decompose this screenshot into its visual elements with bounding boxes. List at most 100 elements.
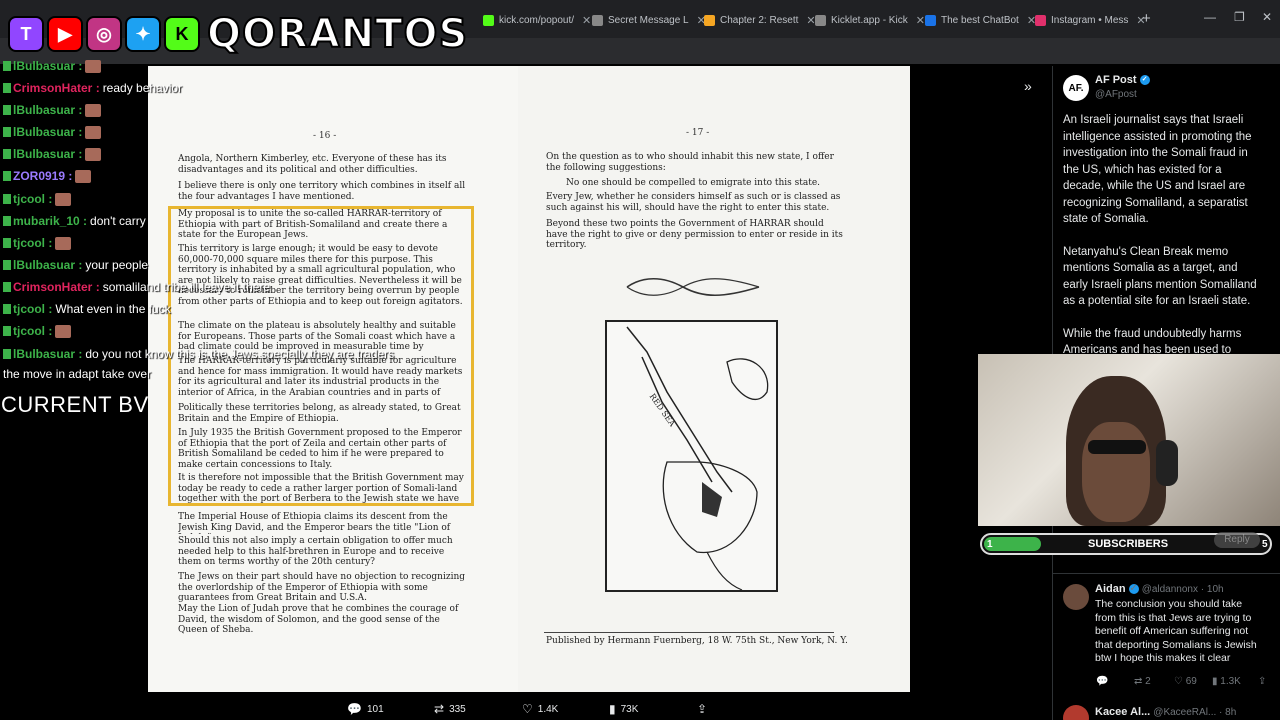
chat-badge-icon [3,127,11,137]
chat-username: tjcool : [13,324,53,338]
chat-badge-icon [3,216,11,226]
kick-icon: K [164,16,200,52]
author-handle[interactable]: @AFpost [1095,89,1137,100]
tab-title: Chapter 2: Resett [720,14,799,26]
streamer-name: QORANTOS [206,10,469,58]
close-icon[interactable]: ✕ [916,14,925,27]
globe-icon [815,14,826,26]
verified-icon: ✓ [1128,583,1139,595]
twitter-icon: ✦ [125,16,161,52]
chat-emote-icon [75,169,92,183]
webcam-feed [978,354,1280,526]
reply-action[interactable]: 💬 101 [347,702,384,716]
page-number: - 17 - [686,128,710,138]
chat-badge-icon [3,83,11,93]
sunglasses [1088,440,1146,454]
reply-author[interactable]: Aidan ✓ @aldannonx · 10h [1095,583,1224,595]
doc-paragraph: I believe there is only one territory wh… [178,181,466,202]
reply-share-icon[interactable]: ⇪ [1258,676,1266,687]
instagram-favicon-icon [1035,14,1046,26]
tab[interactable]: Instagram • Mess ✕ [1035,8,1146,32]
chat-badge-icon [3,326,11,336]
tab-title: Secret Message L [608,14,689,26]
author-avatar[interactable]: AF. [1063,75,1089,101]
chat-message: lBulbasuar : [3,124,102,140]
tab[interactable]: Chapter 2: Resett ✕ [704,8,816,32]
chat-message: mubarik_10 : don't carry [3,213,146,229]
repost-action[interactable]: ⇄ 335 [434,702,466,716]
chat-text: ready behavior [102,81,183,95]
close-icon[interactable]: ✕ [582,14,591,27]
tab[interactable]: The best ChatBot ✕ [925,8,1036,32]
chat-message: tjcool : [3,191,72,207]
chat-badge-icon [3,260,11,270]
reply-button[interactable]: Reply [1214,532,1260,548]
author-name[interactable]: AF Post ✓ [1095,74,1150,86]
chat-badge-icon [3,194,11,204]
collapse-icon[interactable]: » [1024,78,1032,94]
page-number: - 16 - [313,131,337,141]
heart-icon: ♡ [522,702,533,716]
chat-message: lBulbasuar : [3,58,102,74]
reply-comment-icon[interactable]: 💬 [1096,676,1108,687]
chat-text: somaliland tribe ill leave it there [102,280,271,294]
doc-paragraph: Should this not also imply a certain obl… [178,536,453,567]
tab[interactable]: Kicklet.app - Kick ✕ [815,8,925,32]
chat-username: lBulbasuar : [13,147,83,161]
reply-repost[interactable]: ⇄ 2 [1134,676,1151,687]
tab-title: kick.com/popout/ [499,14,575,26]
instagram-icon: ◎ [86,16,122,52]
maximize-icon[interactable]: ❐ [1234,10,1245,24]
tab[interactable]: Secret Message L ✕ [592,8,706,32]
chat-message: CrimsonHater : ready behavior [3,80,182,96]
chat-emote-icon [55,236,72,250]
chat-text: What even in the fuck [55,302,171,316]
stream-logo: T ▶ ◎ ✦ K QORANTOS [8,10,468,58]
chat-emote-icon [55,192,72,206]
chat-badge-icon [3,349,11,359]
author-name-text: AF Post [1095,74,1137,86]
reply-views[interactable]: ▮ 1.3K [1212,676,1241,687]
comment-icon: 💬 [347,702,362,716]
tab[interactable]: kick.com/popout/ ✕ [483,8,591,32]
reply-text: The conclusion you should take from this… [1095,598,1257,664]
reply-avatar[interactable] [1063,584,1089,610]
chat-username: lBulbasuar : [13,125,83,139]
like-action[interactable]: ♡ 1.4K [522,702,558,716]
tab-title: Instagram • Mess [1051,14,1129,26]
reply-like[interactable]: ♡ 69 [1174,676,1197,687]
divider [1052,573,1280,574]
subscriber-current: 1 [987,539,993,550]
verified-icon: ✓ [1139,75,1150,86]
share-action[interactable]: ⇪ [697,702,712,716]
map-illustration: RED SEA [605,320,778,592]
minimize-icon[interactable]: — [1204,10,1216,24]
view-count: 73K [620,703,639,715]
current-label: CURRENT BV [1,392,149,417]
chat-message: ZOR0919 : [3,168,92,184]
chat-emote-icon [85,59,102,73]
streamer-face [1082,422,1150,522]
tweet-media-image[interactable]: - 16 - Angola, Northern Kimberley, etc. … [148,66,910,692]
chat-text: do you not know this is the Jews special… [85,347,395,361]
repost-icon: ⇄ [434,702,445,716]
chat-badge-icon [3,238,11,248]
reply-author[interactable]: Kacee Al... @KaceeRAl... · 8h [1095,706,1236,718]
reply-author-name: Aidan [1095,583,1126,595]
chat-badge-icon [3,149,11,159]
chat-text: don't carry [90,214,146,228]
chat-username: CrimsonHater : [13,81,100,95]
new-tab-icon[interactable]: + [1142,10,1151,27]
chat-text: the move in adapt take over [3,367,152,381]
subscriber-goal: 5 [1262,539,1268,550]
map-svg [626,326,769,591]
reply-repost-count: 2 [1145,676,1151,687]
views-action[interactable]: ▮ 73K [609,702,638,716]
chat-text: your people [85,258,149,272]
bar-chart-icon: ▮ [609,702,616,716]
chat-username: CrimsonHater : [13,280,100,294]
window-close-icon[interactable]: ✕ [1262,10,1272,24]
reply-view-count: 1.3K [1220,676,1241,687]
chat-message: tjcool : What even in the fuck [3,301,171,317]
tab-title: Kicklet.app - Kick [831,14,908,26]
